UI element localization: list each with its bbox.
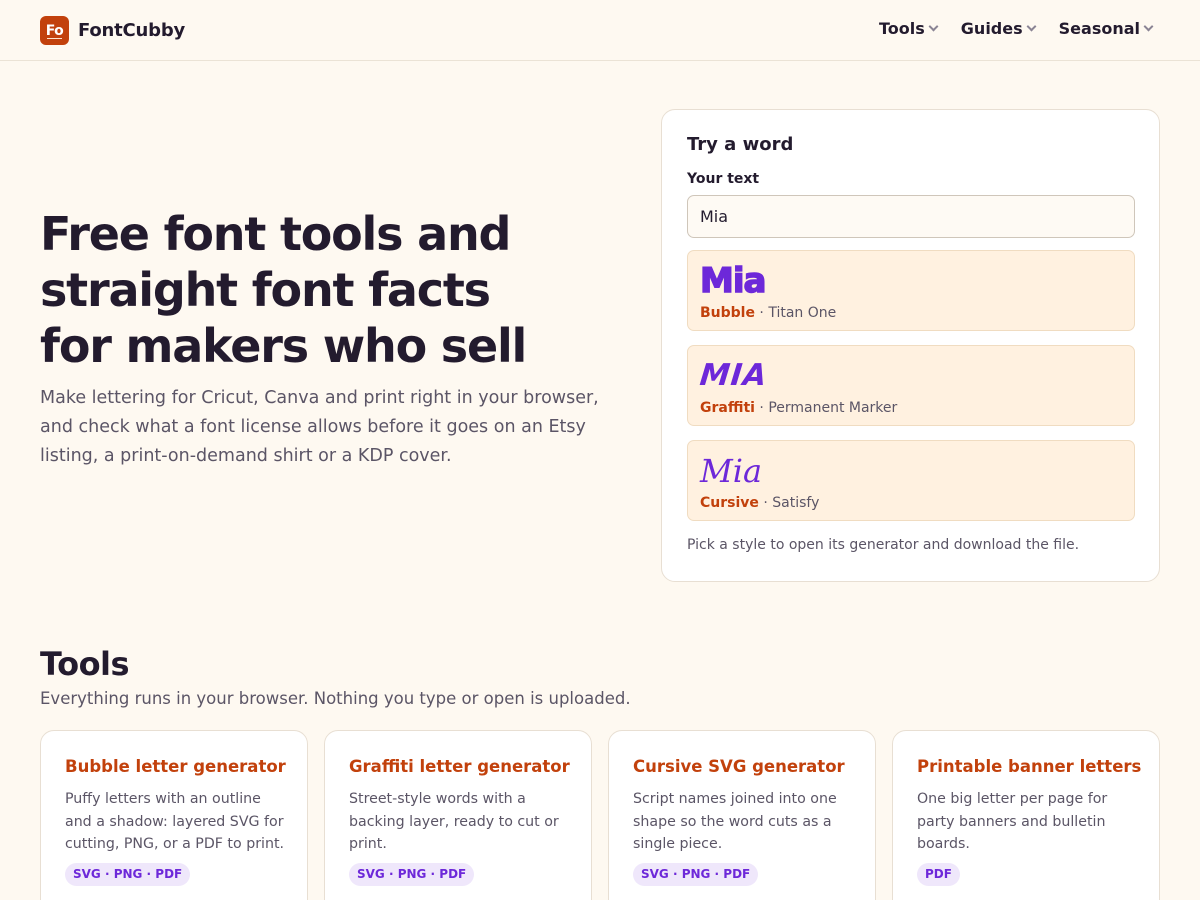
tool-description: Street-style words with a backing layer,…: [349, 791, 559, 852]
try-word-card: Try a word Your text Mia Bubble · Titan …: [661, 109, 1160, 582]
nav-seasonal-label: Seasonal: [1058, 19, 1140, 38]
tool-name: Graffiti letter generator: [349, 757, 570, 776]
style-name: Graffiti: [700, 400, 755, 416]
nav-seasonal[interactable]: Seasonal: [1058, 19, 1154, 38]
tool-description: Puffy letters with an outline and a shad…: [65, 791, 285, 852]
hero-subtitle: Make lettering for Cricut, Canva and pri…: [40, 388, 599, 466]
tool-name: Cursive SVG generator: [633, 757, 845, 776]
main-nav: Tools Guides Seasonal: [879, 19, 1154, 38]
style-option-cursive[interactable]: Mia Cursive · Satisfy: [687, 440, 1135, 521]
style-font: Permanent Marker: [768, 400, 898, 416]
format-badge: PDF: [917, 863, 960, 886]
tool-card-cursive[interactable]: Cursive SVG generator Script names joine…: [608, 730, 876, 900]
format-badge: SVG · PNG · PDF: [633, 863, 759, 886]
style-name: Bubble: [700, 305, 755, 321]
style-meta: Cursive · Satisfy: [700, 495, 819, 511]
tool-description: One big letter per page for party banner…: [917, 791, 1108, 852]
tool-name: Bubble letter generator: [65, 757, 286, 776]
format-badge: SVG · PNG · PDF: [349, 863, 475, 886]
style-name: Cursive: [700, 495, 759, 511]
style-font: Titan One: [768, 305, 837, 321]
logo-icon: Fo: [40, 16, 69, 45]
nav-guides[interactable]: Guides: [960, 19, 1037, 38]
tools-subtitle: Everything runs in your browser. Nothing…: [40, 689, 631, 708]
style-meta: Bubble · Titan One: [700, 305, 836, 321]
tool-card-banner[interactable]: Printable banner letters One big letter …: [892, 730, 1160, 900]
hero-title: Free font tools and straight font facts …: [40, 206, 640, 374]
style-font: Satisfy: [772, 495, 820, 511]
nav-tools[interactable]: Tools: [879, 19, 939, 38]
style-separator: ·: [754, 400, 769, 416]
cursive-preview: Mia: [700, 452, 763, 490]
style-meta: Graffiti · Permanent Marker: [700, 400, 897, 416]
tool-name: Printable banner letters: [917, 757, 1142, 776]
format-badge: SVG · PNG · PDF: [65, 863, 191, 886]
your-text-input[interactable]: [687, 195, 1135, 238]
tool-card-graffiti[interactable]: Graffiti letter generator Street-style w…: [324, 730, 592, 900]
chevron-down-icon: [1143, 21, 1154, 32]
tools-heading: Tools: [40, 645, 130, 683]
style-option-bubble[interactable]: Mia Bubble · Titan One: [687, 250, 1135, 331]
tool-card-bubble[interactable]: Bubble letter generator Puffy letters wi…: [40, 730, 308, 900]
site-header: Fo FontCubby Tools Guides Seasonal: [0, 0, 1200, 61]
try-card-title: Try a word: [687, 134, 794, 155]
brand-name: FontCubby: [78, 20, 186, 41]
tool-description: Script names joined into one shape so th…: [633, 791, 837, 852]
style-separator: ·: [754, 305, 769, 321]
style-separator: ·: [758, 495, 773, 511]
your-text-label: Your text: [687, 171, 760, 187]
hero-title-line: Free font tools and: [40, 207, 511, 261]
logo-link[interactable]: Fo FontCubby: [40, 16, 185, 45]
hero-title-line: for makers who sell: [40, 319, 527, 373]
chevron-down-icon: [1026, 21, 1037, 32]
nav-guides-label: Guides: [960, 19, 1023, 38]
graffiti-preview: MIA: [698, 358, 770, 393]
hero-title-line: straight font facts: [40, 263, 491, 317]
try-card-note: Pick a style to open its generator and d…: [687, 537, 1080, 553]
nav-tools-label: Tools: [879, 19, 925, 38]
chevron-down-icon: [928, 21, 939, 32]
bubble-preview: Mia: [699, 260, 767, 302]
style-option-graffiti[interactable]: MIA Graffiti · Permanent Marker: [687, 345, 1135, 426]
